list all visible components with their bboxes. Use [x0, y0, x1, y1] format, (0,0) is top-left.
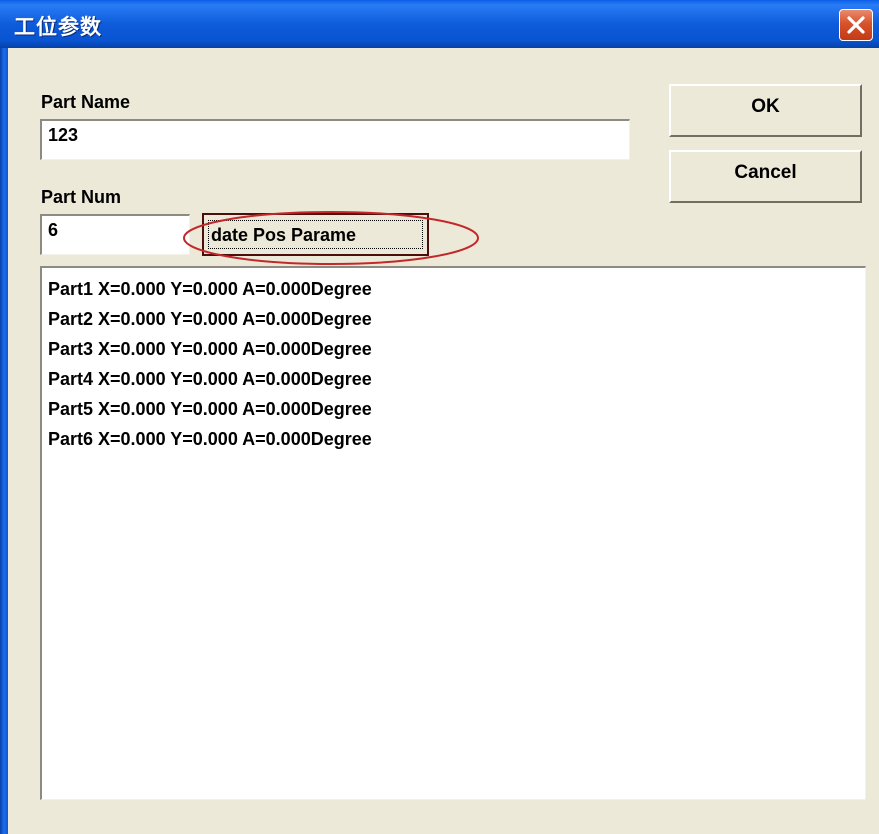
close-icon: [847, 16, 865, 34]
part-num-input[interactable]: 6: [40, 214, 190, 255]
list-item[interactable]: Part3 X=0.000 Y=0.000 A=0.000Degree: [48, 334, 865, 364]
part-num-label: Part Num: [41, 187, 122, 207]
window-title: 工位参数: [14, 15, 102, 39]
cancel-button[interactable]: Cancel: [669, 150, 862, 203]
list-item[interactable]: Part5 X=0.000 Y=0.000 A=0.000Degree: [48, 394, 865, 424]
cancel-button-label: Cancel: [734, 162, 797, 183]
close-button[interactable]: [839, 9, 873, 41]
part-position-list[interactable]: Part1 X=0.000 Y=0.000 A=0.000Degree Part2…: [40, 266, 866, 800]
ok-button[interactable]: OK: [669, 84, 862, 137]
ok-button-label: OK: [751, 96, 780, 117]
update-pos-params-label: date Pos Parame: [208, 220, 423, 249]
window-border: [0, 48, 8, 834]
list-item[interactable]: Part2 X=0.000 Y=0.000 A=0.000Degree: [48, 304, 865, 334]
list-item[interactable]: Part4 X=0.000 Y=0.000 A=0.000Degree: [48, 364, 865, 394]
title-bar[interactable]: 工位参数: [0, 0, 879, 48]
update-pos-params-button[interactable]: date Pos Parame: [202, 213, 429, 256]
part-params-dialog: 工位参数 Part Name 123 OK Cancel Part Num 6 …: [0, 0, 879, 834]
list-item[interactable]: Part1 X=0.000 Y=0.000 A=0.000Degree: [48, 274, 865, 304]
list-item[interactable]: Part6 X=0.000 Y=0.000 A=0.000Degree: [48, 424, 865, 454]
part-name-input[interactable]: 123: [40, 119, 630, 160]
part-name-label: Part Name: [41, 92, 131, 112]
